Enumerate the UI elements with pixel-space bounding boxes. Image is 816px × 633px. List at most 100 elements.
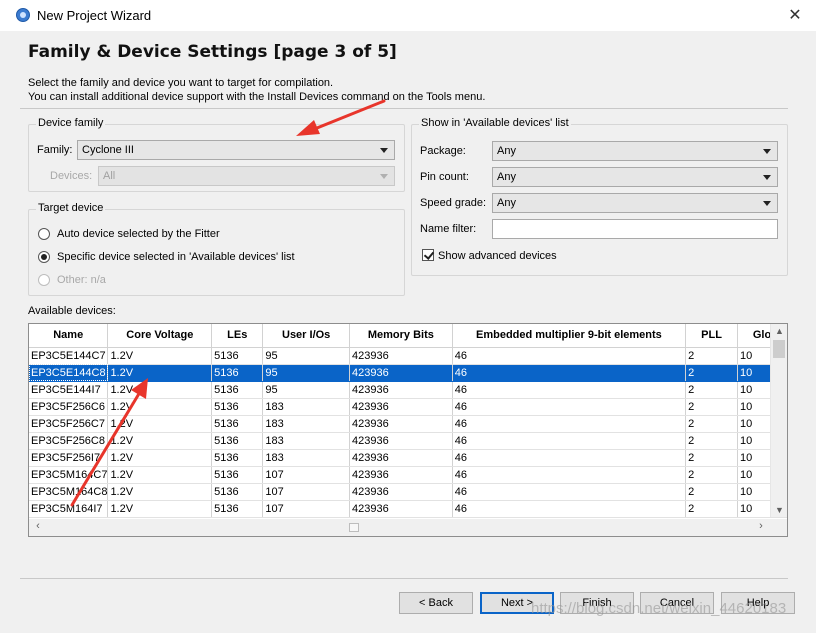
package-select-value: Any <box>497 145 516 157</box>
table-cell: 46 <box>452 381 687 399</box>
page-title: Family & Device Settings [page 3 of 5] <box>28 42 397 62</box>
table-cell: 46 <box>452 347 687 365</box>
table-cell: 423936 <box>349 381 453 399</box>
available-devices-label: Available devices: <box>28 305 116 317</box>
table-row[interactable]: EP3C5E144C7 1.2V 5136 95 423936 46 2 10 <box>29 347 787 365</box>
description-line-1: Select the family and device you want to… <box>28 77 334 89</box>
vertical-scroll-thumb[interactable] <box>773 340 785 358</box>
table-cell: 423936 <box>349 398 453 416</box>
column-header[interactable]: Memory Bits <box>349 324 453 348</box>
table-cell: 1.2V <box>107 347 213 365</box>
table-cell: 423936 <box>349 347 453 365</box>
device-family-title: Device family <box>36 117 106 129</box>
table-row[interactable]: EP3C5M164C7 1.2V 5136 107 423936 46 2 10 <box>29 466 787 484</box>
chevron-down-icon <box>763 201 771 206</box>
watermark: https://blog.csdn.net/weixin_44620183 <box>531 600 787 617</box>
table-row[interactable]: EP3C5E144C8 1.2V 5136 95 423936 46 2 10 <box>29 364 787 382</box>
family-select[interactable]: Cyclone III <box>77 140 395 160</box>
table-cell: 107 <box>262 500 350 518</box>
table-cell: 2 <box>685 449 738 467</box>
column-header[interactable]: LEs <box>211 324 264 348</box>
table-cell: 5136 <box>211 381 264 399</box>
title-bar: New Project Wizard ✕ <box>0 0 816 31</box>
family-select-value: Cyclone III <box>82 144 134 156</box>
column-header[interactable]: Core Voltage <box>107 324 213 348</box>
table-cell: 95 <box>262 347 350 365</box>
table-cell: EP3C5F256C7 <box>29 415 109 433</box>
scroll-left-icon[interactable]: ‹ <box>31 520 45 532</box>
devices-select[interactable]: All <box>98 166 395 186</box>
specific-device-radio[interactable] <box>38 251 50 263</box>
column-header[interactable]: User I/Os <box>262 324 350 348</box>
target-device-title: Target device <box>36 202 106 214</box>
vertical-scrollbar[interactable]: ▲ ▼ <box>770 324 787 517</box>
table-cell: 1.2V <box>107 398 213 416</box>
table-row[interactable]: EP3C5M164I7 1.2V 5136 107 423936 46 2 10 <box>29 500 787 518</box>
table-cell: 2 <box>685 466 738 484</box>
description-line-2: You can install additional device suppor… <box>28 91 486 103</box>
column-header[interactable]: PLL <box>685 324 738 348</box>
name-filter-input[interactable] <box>492 219 778 239</box>
table-row[interactable]: EP3C5F256C7 1.2V 5136 183 423936 46 2 10 <box>29 415 787 433</box>
auto-device-radio[interactable] <box>38 228 50 240</box>
table-row[interactable]: EP3C5F256C6 1.2V 5136 183 423936 46 2 10 <box>29 398 787 416</box>
devices-label: Devices: <box>50 170 93 182</box>
table-cell: 107 <box>262 466 350 484</box>
table-cell: 183 <box>262 432 350 450</box>
chevron-down-icon <box>380 148 388 153</box>
other-device-radio[interactable] <box>38 274 50 286</box>
app-icon <box>16 8 30 22</box>
table-cell: 2 <box>685 364 738 382</box>
back-button[interactable]: < Back <box>399 592 473 614</box>
table-cell: 183 <box>262 415 350 433</box>
close-icon[interactable]: ✕ <box>786 5 804 25</box>
table-cell: 46 <box>452 398 687 416</box>
other-device-label: Other: n/a <box>57 274 106 286</box>
table-cell: 46 <box>452 415 687 433</box>
auto-device-label: Auto device selected by the Fitter <box>57 228 220 240</box>
devices-grid: Name Core Voltage LEs User I/Os Memory Bits E… <box>29 324 787 518</box>
table-row[interactable]: EP3C5F256I7 1.2V 5136 183 423936 46 2 10 <box>29 449 787 467</box>
table-cell: 1.2V <box>107 364 213 382</box>
table-cell: 5136 <box>211 415 264 433</box>
scroll-right-icon[interactable]: › <box>754 520 768 532</box>
scroll-corner <box>770 519 787 536</box>
package-label: Package: <box>420 145 466 157</box>
table-cell: 46 <box>452 449 687 467</box>
table-cell: EP3C5M164C7 <box>29 466 109 484</box>
show-advanced-checkbox[interactable] <box>422 249 434 261</box>
scroll-up-icon[interactable]: ▲ <box>771 326 788 336</box>
pin-count-label: Pin count: <box>420 171 469 183</box>
table-cell: 423936 <box>349 500 453 518</box>
table-row[interactable]: EP3C5M164C8 1.2V 5136 107 423936 46 2 10 <box>29 483 787 501</box>
table-row[interactable]: EP3C5E144I7 1.2V 5136 95 423936 46 2 10 <box>29 381 787 399</box>
table-cell: 2 <box>685 415 738 433</box>
table-cell: 5136 <box>211 500 264 518</box>
pin-count-select[interactable]: Any <box>492 167 778 187</box>
chevron-down-icon <box>763 175 771 180</box>
speed-grade-select[interactable]: Any <box>492 193 778 213</box>
table-cell: 1.2V <box>107 415 213 433</box>
table-cell: EP3C5E144C7 <box>29 347 109 365</box>
table-cell: 5136 <box>211 347 264 365</box>
column-header[interactable]: Embedded multiplier 9-bit elements <box>452 324 687 348</box>
table-cell: 46 <box>452 483 687 501</box>
pin-count-select-value: Any <box>497 171 516 183</box>
scroll-down-icon[interactable]: ▼ <box>771 505 788 515</box>
horizontal-scroll-thumb[interactable] <box>349 523 359 532</box>
table-cell: EP3C5F256C8 <box>29 432 109 450</box>
table-cell: 5136 <box>211 466 264 484</box>
table-cell: 423936 <box>349 466 453 484</box>
header-divider <box>20 108 788 109</box>
table-cell: 423936 <box>349 364 453 382</box>
table-cell: EP3C5F256C6 <box>29 398 109 416</box>
table-cell: 2 <box>685 483 738 501</box>
package-select[interactable]: Any <box>492 141 778 161</box>
name-filter-label: Name filter: <box>420 223 477 235</box>
table-row[interactable]: EP3C5F256C8 1.2V 5136 183 423936 46 2 10 <box>29 432 787 450</box>
horizontal-scrollbar[interactable]: ‹ › <box>29 519 770 536</box>
devices-select-value: All <box>103 170 116 182</box>
column-header[interactable]: Name <box>29 324 109 348</box>
table-cell: 1.2V <box>107 381 213 399</box>
table-cell: 1.2V <box>107 483 213 501</box>
